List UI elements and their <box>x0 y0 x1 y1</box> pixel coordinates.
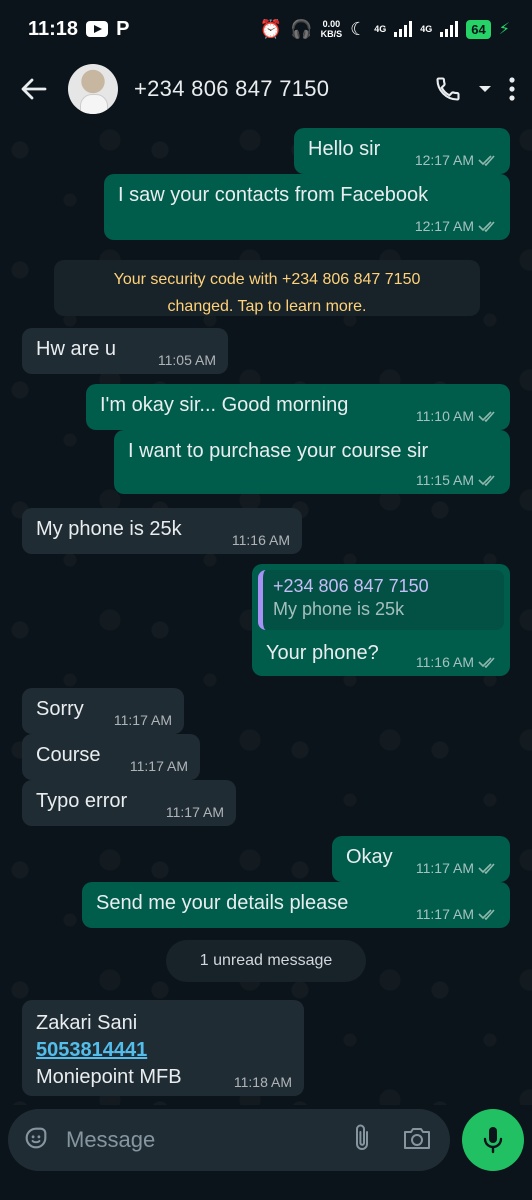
message-bubble-outgoing[interactable]: Send me your details please 11:17 AM <box>82 882 510 928</box>
voice-call-icon[interactable] <box>434 75 462 103</box>
alarm-icon: ⏰ <box>259 18 283 39</box>
back-arrow-icon[interactable] <box>16 71 52 107</box>
microphone-button[interactable] <box>462 1109 524 1171</box>
signal-bars-icon <box>394 21 413 37</box>
message-bubble-outgoing[interactable]: I'm okay sir... Good morning 11:10 AM <box>86 384 510 430</box>
read-ticks-icon <box>478 909 495 920</box>
message-bubble-incoming[interactable]: Course 11:17 AM <box>22 734 200 780</box>
message-placeholder[interactable]: Message <box>66 1127 155 1153</box>
message-bubble-incoming[interactable]: Sorry 11:17 AM <box>22 688 184 734</box>
message-bubble-incoming-details[interactable]: Zakari Sani 5053814441 Moniepoint MFB 11… <box>22 1000 304 1096</box>
read-ticks-icon <box>478 657 495 668</box>
unread-messages-divider: 1 unread message <box>166 940 366 982</box>
battery-level: 64 <box>466 19 491 39</box>
call-options-chevron-icon[interactable] <box>478 84 492 94</box>
quoted-sender: +234 806 847 7150 <box>273 576 429 596</box>
read-ticks-icon <box>478 221 495 232</box>
message-bubble-outgoing-reply[interactable]: +234 806 847 7150 My phone is 25k Your p… <box>252 564 510 676</box>
status-bar: 11:18 P ⏰ 🎧 0.00 KB/S ☾ 4G 4G 64 ⚡ <box>0 0 532 58</box>
account-number-link[interactable]: 5053814441 <box>36 1037 292 1064</box>
message-bubble-outgoing[interactable]: I saw your contacts from Facebook 12:17 … <box>104 174 510 240</box>
signal-bars-icon-2 <box>440 21 459 37</box>
network-type-2: 4G <box>420 24 433 34</box>
chat-header: +234 806 847 7150 <box>0 58 532 120</box>
read-ticks-icon <box>478 475 495 486</box>
message-bubble-incoming[interactable]: My phone is 25k 11:16 AM <box>22 508 302 554</box>
account-name: Zakari Sani <box>36 1012 138 1034</box>
message-bubble-incoming[interactable]: Hw are u 11:05 AM <box>22 328 228 374</box>
microphone-icon <box>483 1127 503 1154</box>
youtube-icon <box>86 21 109 37</box>
quoted-text: My phone is 25k <box>273 599 405 619</box>
message-bubble-incoming[interactable]: Typo error 11:17 AM <box>22 780 236 826</box>
message-bubble-outgoing[interactable]: Hello sir 12:17 AM <box>294 128 510 174</box>
message-bubble-outgoing[interactable]: I want to purchase your course sir 11:15… <box>114 430 510 494</box>
network-type-1: 4G <box>374 24 387 34</box>
read-ticks-icon <box>478 155 495 166</box>
p-app-icon: P <box>116 17 130 40</box>
data-speed: 0.00 KB/S <box>320 19 343 39</box>
contact-name[interactable]: +234 806 847 7150 <box>134 76 329 102</box>
chat-messages-area[interactable]: Hello sir 12:17 AM I saw your contacts f… <box>0 120 532 1105</box>
quoted-message[interactable]: +234 806 847 7150 My phone is 25k <box>258 570 504 630</box>
camera-icon[interactable] <box>402 1125 432 1156</box>
status-time: 11:18 <box>28 17 79 40</box>
attach-paperclip-icon[interactable] <box>352 1123 372 1158</box>
read-ticks-icon <box>478 863 495 874</box>
moon-icon: ☾ <box>350 18 367 39</box>
composer-bar: Message <box>0 1105 532 1200</box>
charging-icon: ⚡ <box>498 21 510 38</box>
headphones-icon: 🎧 <box>290 18 313 39</box>
more-options-icon[interactable] <box>508 76 516 102</box>
contact-avatar[interactable] <box>68 64 118 114</box>
sticker-icon[interactable] <box>22 1124 50 1157</box>
read-ticks-icon <box>478 411 495 422</box>
security-code-notice[interactable]: Your security code with +234 806 847 715… <box>54 260 480 316</box>
message-input[interactable]: Message <box>8 1109 450 1171</box>
message-bubble-outgoing[interactable]: Okay 11:17 AM <box>332 836 510 882</box>
